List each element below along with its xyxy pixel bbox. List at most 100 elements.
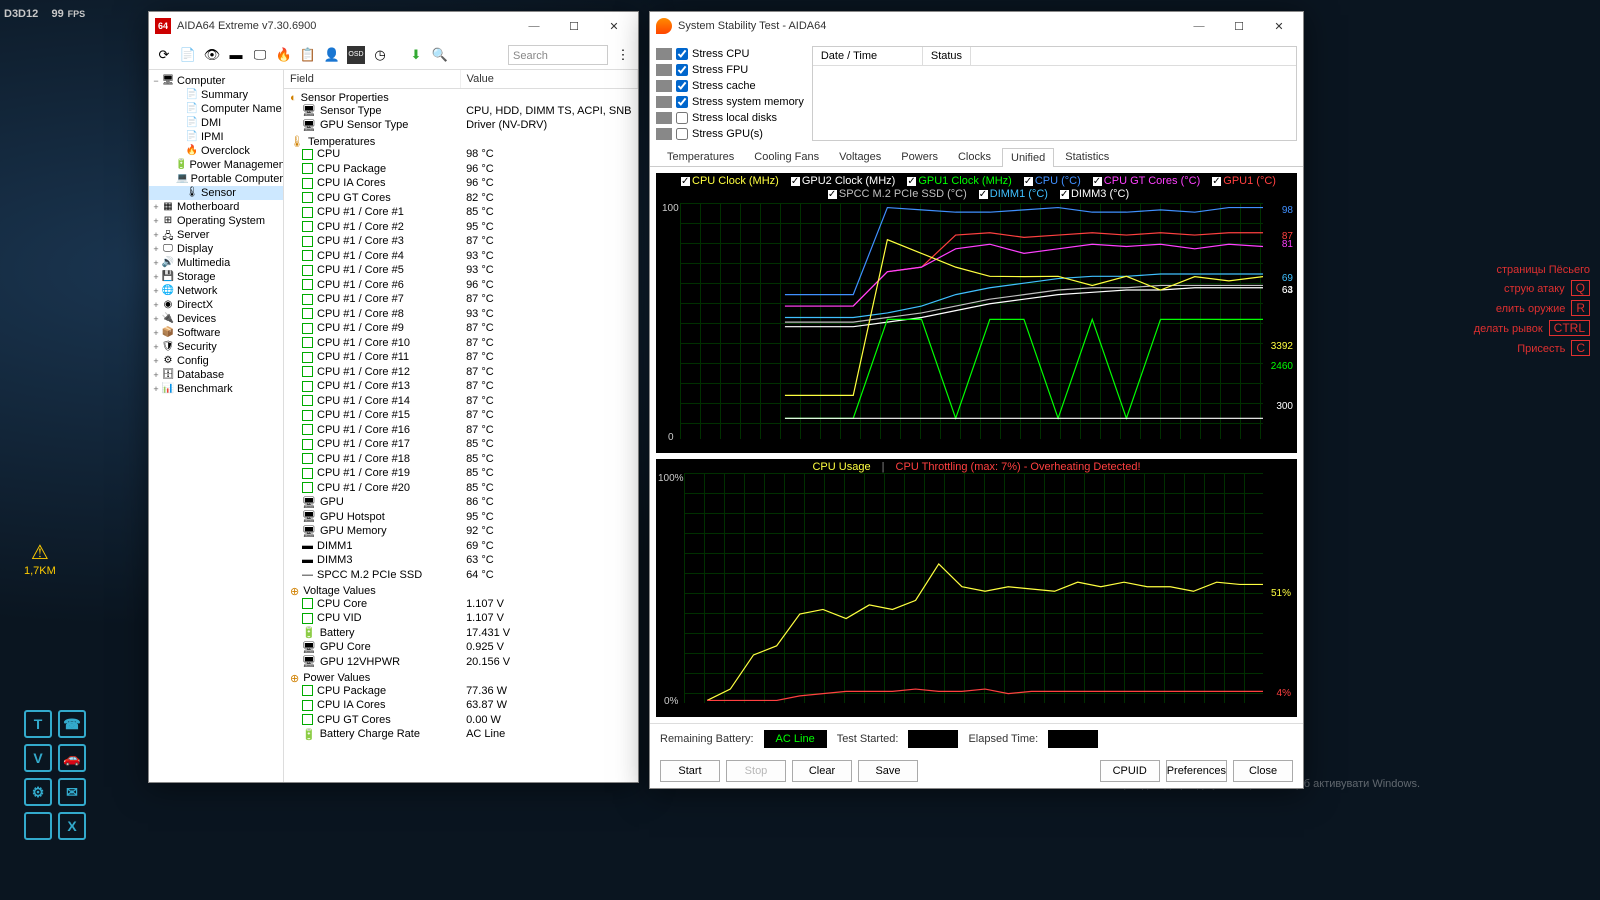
sensor-row[interactable]: CPU Package77.36 W <box>284 684 638 699</box>
tree-node-storage[interactable]: +💾Storage <box>149 270 283 284</box>
tree-node-benchmark[interactable]: +📊Benchmark <box>149 382 283 396</box>
stress-option[interactable]: Stress local disks <box>656 110 804 125</box>
titlebar[interactable]: 64 AIDA64 Extreme v7.30.6900 — ☐ ✕ <box>149 12 638 40</box>
sensor-row[interactable]: CPU #1 / Core #295 °C <box>284 220 638 235</box>
col-value[interactable]: Value <box>460 70 637 89</box>
refresh-icon[interactable]: ⟳ <box>155 46 173 64</box>
report-icon[interactable]: 📄 <box>179 46 197 64</box>
sensor-row[interactable]: 🔋Battery Charge RateAC Line <box>284 727 638 742</box>
sensor-row[interactable]: CPU #1 / Core #1687 °C <box>284 423 638 438</box>
tree-node-ipmi[interactable]: 📄IPMI <box>149 130 283 144</box>
sensor-row[interactable]: CPU #1 / Core #696 °C <box>284 278 638 293</box>
sensor-row[interactable]: CPU IA Cores63.87 W <box>284 698 638 713</box>
graph-tabs[interactable]: TemperaturesCooling FansVoltagesPowersCl… <box>650 147 1303 167</box>
stress-option[interactable]: Stress cache <box>656 78 804 93</box>
stress-option[interactable]: Stress CPU <box>656 46 804 61</box>
col-field[interactable]: Field <box>284 70 460 89</box>
tree-node-operating-system[interactable]: +⊞Operating System <box>149 214 283 228</box>
tree-node-security[interactable]: +🛡Security <box>149 340 283 354</box>
search-input[interactable]: Search <box>508 45 608 65</box>
sensor-row[interactable]: 🖥Sensor TypeCPU, HDD, DIMM TS, ACPI, SNB <box>284 104 638 119</box>
sensor-row[interactable]: CPU98 °C <box>284 147 638 162</box>
tree-node-summary[interactable]: 📄Summary <box>149 88 283 102</box>
sensor-row[interactable]: CPU #1 / Core #185 °C <box>284 205 638 220</box>
stress-option[interactable]: Stress system memory <box>656 94 804 109</box>
tree-node-motherboard[interactable]: +▦Motherboard <box>149 200 283 214</box>
sensor-row[interactable]: CPU #1 / Core #1985 °C <box>284 466 638 481</box>
sensor-row[interactable]: CPU #1 / Core #1087 °C <box>284 336 638 351</box>
sensor-row[interactable]: 🔋Battery17.431 V <box>284 626 638 641</box>
sensor-row[interactable]: CPU #1 / Core #593 °C <box>284 263 638 278</box>
sensor-row[interactable]: CPU GT Cores0.00 W <box>284 713 638 728</box>
tree-node-overclock[interactable]: 🔥Overclock <box>149 144 283 158</box>
start-button[interactable]: Start <box>660 760 720 782</box>
tab-powers[interactable]: Powers <box>892 147 947 166</box>
sensor-row[interactable]: CPU #1 / Core #787 °C <box>284 292 638 307</box>
minimize-button[interactable]: — <box>514 20 554 32</box>
user-icon[interactable]: 👤 <box>323 46 341 64</box>
tab-voltages[interactable]: Voltages <box>830 147 890 166</box>
close-button[interactable]: ✕ <box>594 20 634 33</box>
sensor-row[interactable]: ▬DIMM363 °C <box>284 553 638 568</box>
titlebar[interactable]: System Stability Test - AIDA64 — ☐ ✕ <box>650 12 1303 40</box>
flame-icon[interactable]: 🔥 <box>275 46 293 64</box>
memory-icon[interactable]: ▬ <box>227 46 245 64</box>
sensor-row[interactable]: CPU #1 / Core #1387 °C <box>284 379 638 394</box>
sensor-row[interactable]: CPU #1 / Core #493 °C <box>284 249 638 264</box>
tree-node-sensor[interactable]: 🌡Sensor <box>149 186 283 200</box>
minimize-button[interactable]: — <box>1179 20 1219 32</box>
tree-node-network[interactable]: +🌐Network <box>149 284 283 298</box>
disk-icon[interactable]: 👁 <box>203 46 221 64</box>
sensor-row[interactable]: CPU #1 / Core #1587 °C <box>284 408 638 423</box>
sensor-row[interactable]: CPU GT Cores82 °C <box>284 191 638 206</box>
clear-button[interactable]: Clear <box>792 760 852 782</box>
tab-temperatures[interactable]: Temperatures <box>658 147 743 166</box>
tree-node-portable-computer[interactable]: 💻Portable Computer <box>149 172 283 186</box>
tab-clocks[interactable]: Clocks <box>949 147 1000 166</box>
stress-option[interactable]: Stress GPU(s) <box>656 126 804 141</box>
close-button[interactable]: Close <box>1233 760 1293 782</box>
tree-node-database[interactable]: +🗄Database <box>149 368 283 382</box>
tree-node-directx[interactable]: +◉DirectX <box>149 298 283 312</box>
sensor-row[interactable]: CPU #1 / Core #1785 °C <box>284 437 638 452</box>
gauge-icon[interactable]: ◷ <box>371 46 389 64</box>
tree-node-software[interactable]: +📦Software <box>149 326 283 340</box>
close-button[interactable]: ✕ <box>1259 20 1299 33</box>
sensor-row[interactable]: CPU #1 / Core #1187 °C <box>284 350 638 365</box>
sensor-row[interactable]: 🖥GPU Core0.925 V <box>284 640 638 655</box>
sensor-row[interactable]: 🖥GPU Memory92 °C <box>284 524 638 539</box>
sensor-row[interactable]: 🖥GPU86 °C <box>284 495 638 510</box>
tree-node-dmi[interactable]: 📄DMI <box>149 116 283 130</box>
sensor-row[interactable]: CPU #1 / Core #893 °C <box>284 307 638 322</box>
maximize-button[interactable]: ☐ <box>554 20 594 33</box>
tab-statistics[interactable]: Statistics <box>1056 147 1118 166</box>
save-button[interactable]: Save <box>858 760 918 782</box>
sensor-row[interactable]: CPU #1 / Core #1487 °C <box>284 394 638 409</box>
tree-node-config[interactable]: +⚙Config <box>149 354 283 368</box>
sensor-row[interactable]: 🖥GPU 12VHPWR20.156 V <box>284 655 638 670</box>
sensor-row[interactable]: —SPCC M.2 PCIe SSD64 °C <box>284 568 638 583</box>
tree-node-power-management[interactable]: 🔋Power Management <box>149 158 283 172</box>
tree-node-multimedia[interactable]: +🔊Multimedia <box>149 256 283 270</box>
tab-unified[interactable]: Unified <box>1002 148 1054 167</box>
cpuid-button[interactable]: CPUID <box>1100 760 1160 782</box>
maximize-button[interactable]: ☐ <box>1219 20 1259 33</box>
tree-node-server[interactable]: +🖧Server <box>149 228 283 242</box>
tree-node-computer-name[interactable]: 📄Computer Name <box>149 102 283 116</box>
sensor-row[interactable]: CPU #1 / Core #1885 °C <box>284 452 638 467</box>
tree-node-display[interactable]: +🖵Display <box>149 242 283 256</box>
download-icon[interactable]: ⬇ <box>407 46 425 64</box>
sensor-row[interactable]: CPU VID1.107 V <box>284 611 638 626</box>
nav-tree[interactable]: −🖥Computer📄Summary📄Computer Name📄DMI📄IPM… <box>149 70 284 782</box>
sensor-row[interactable]: CPU #1 / Core #987 °C <box>284 321 638 336</box>
tree-node-computer[interactable]: −🖥Computer <box>149 74 283 88</box>
stop-button[interactable]: Stop <box>726 760 786 782</box>
sensor-row[interactable]: CPU Core1.107 V <box>284 597 638 612</box>
preferences-button[interactable]: Preferences <box>1166 760 1227 782</box>
sensor-row[interactable]: 🖥GPU Hotspot95 °C <box>284 510 638 525</box>
sensor-row[interactable]: 🖥GPU Sensor TypeDriver (NV-DRV) <box>284 118 638 133</box>
sensor-row[interactable]: CPU Package96 °C <box>284 162 638 177</box>
sensor-row[interactable]: CPU IA Cores96 °C <box>284 176 638 191</box>
osd-icon[interactable]: OSD <box>347 46 365 64</box>
stress-option[interactable]: Stress FPU <box>656 62 804 77</box>
